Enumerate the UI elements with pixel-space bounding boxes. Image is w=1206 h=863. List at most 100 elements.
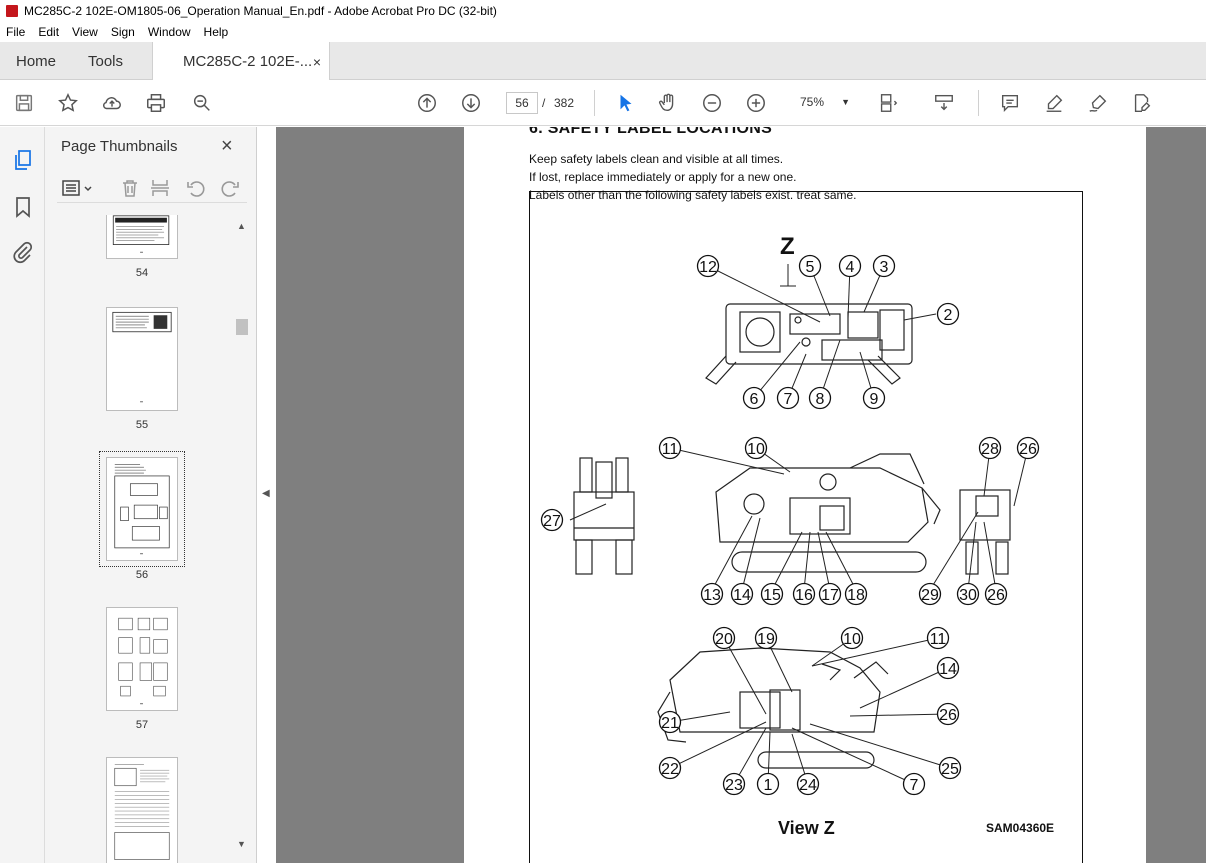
callout-number: 19: [757, 631, 775, 648]
callout-number: 22: [661, 761, 679, 778]
callout-number: 21: [661, 715, 679, 732]
thumbnail-list: 54 55 56 57: [45, 215, 241, 863]
safety-label-figure: Z 12 5 4 3 2 6 7 8 9 11 10 28 26 27 13 14 15 16 17 18 29 30 26…: [529, 191, 1083, 863]
callout-number: 18: [847, 587, 865, 604]
thumbnail-label: 55: [135, 419, 149, 431]
previous-page-icon[interactable]: [415, 91, 439, 115]
machine-diagram: Z 12 5 4 326 7 8 911 10 28 262713 14 15 16 17 18 29 30 26…: [540, 233, 1054, 838]
callout-number: 13: [703, 587, 721, 604]
highlight-pen-icon[interactable]: [1042, 91, 1066, 115]
callout-number: 26: [1019, 441, 1037, 458]
menu-help[interactable]: Help: [204, 25, 229, 39]
callout-number: 11: [930, 631, 947, 648]
zoom-in-icon[interactable]: [744, 91, 768, 115]
zoom-level-value: 75%: [800, 95, 825, 109]
callout-number: 26: [987, 587, 1005, 604]
thumbnail-label: 54: [135, 267, 149, 279]
menu-view[interactable]: View: [72, 25, 98, 39]
callout-number: 8: [816, 391, 825, 408]
callout-number: 5: [806, 259, 815, 276]
zoom-level-select[interactable]: 75% ▼: [790, 92, 856, 114]
scrollbar-thumb[interactable]: [236, 319, 248, 335]
view-letter: Z: [780, 233, 795, 260]
callout-number: 16: [795, 587, 813, 604]
toolbar-divider: [978, 90, 979, 116]
menu-sign[interactable]: Sign: [111, 25, 135, 39]
bookmark-star-icon[interactable]: [56, 91, 80, 115]
fill-sign-icon[interactable]: [1130, 91, 1154, 115]
callout-number: 4: [846, 259, 855, 276]
toolbar-divider: [594, 90, 595, 116]
page-separator: /: [542, 96, 546, 110]
left-rail: [0, 127, 45, 863]
callout-number: 28: [981, 441, 999, 458]
extract-page-icon[interactable]: [149, 177, 171, 199]
callout-number: 23: [725, 777, 743, 794]
figure-code: SAM04360E: [986, 821, 1054, 835]
collapse-panel-arrow-icon[interactable]: ◀: [262, 488, 270, 499]
page-total: 382: [554, 96, 575, 110]
page-thumbnail[interactable]: [106, 607, 178, 711]
next-page-icon[interactable]: [459, 91, 483, 115]
callout-number: 7: [910, 777, 919, 794]
thumbnail-scrollbar[interactable]: ▲ ▼: [235, 219, 249, 859]
page-thumbnail-current[interactable]: [106, 457, 178, 561]
upload-cloud-icon[interactable]: [100, 91, 124, 115]
page-thumbnail[interactable]: [106, 215, 178, 259]
zoom-search-icon[interactable]: [190, 91, 214, 115]
print-icon[interactable]: [144, 91, 168, 115]
page-thumbnails-panel: Page Thumbnails × 54 55 56 57 ▲ ▼: [45, 127, 257, 863]
callout-number: 10: [843, 631, 861, 648]
bookmark-icon[interactable]: [11, 195, 35, 219]
thumbnail-options-icon[interactable]: [61, 177, 95, 199]
thumbnail-label: 57: [135, 719, 149, 731]
section-heading: 6. SAFETY LABEL LOCATIONS: [529, 127, 773, 137]
callout-number: 9: [870, 391, 879, 408]
page-thumbnail[interactable]: [106, 757, 178, 863]
callout-number: 24: [799, 777, 817, 794]
tab-home[interactable]: Home: [16, 42, 56, 80]
menu-window[interactable]: Window: [148, 25, 191, 39]
callout-number: 6: [750, 391, 759, 408]
panel-title: Page Thumbnails: [61, 138, 178, 155]
scroll-up-arrow-icon[interactable]: ▲: [237, 221, 246, 231]
view-caption: View Z: [778, 818, 835, 838]
callout-number: 17: [821, 587, 839, 604]
tab-tools[interactable]: Tools: [88, 42, 123, 80]
select-cursor-icon[interactable]: [614, 91, 638, 115]
page-fit-icon[interactable]: [876, 91, 900, 115]
thumbnail-label: 56: [135, 569, 149, 581]
tab-document[interactable]: MC285C-2 102E-... ×: [152, 42, 330, 81]
callout-number: 26: [939, 707, 957, 724]
document-scroll-area[interactable]: [1146, 127, 1206, 863]
main-toolbar: 56 / 382 75% ▼: [0, 80, 1206, 126]
callout-number: 25: [941, 761, 959, 778]
page-number-input[interactable]: 56: [506, 92, 538, 114]
menu-edit[interactable]: Edit: [38, 25, 59, 39]
callout-number: 3: [880, 259, 889, 276]
zoom-out-icon[interactable]: [700, 91, 724, 115]
page-thumbnail[interactable]: [106, 307, 178, 411]
rotate-left-icon[interactable]: [185, 177, 207, 199]
save-icon[interactable]: [12, 91, 36, 115]
tab-close-icon[interactable]: ×: [313, 54, 321, 70]
document-viewer: 6. SAFETY LABEL LOCATIONS Keep safety la…: [276, 127, 1206, 863]
panel-close-icon[interactable]: ×: [221, 135, 233, 158]
rotate-right-icon[interactable]: [219, 177, 241, 199]
draw-sign-icon[interactable]: [1086, 91, 1110, 115]
menu-file[interactable]: File: [6, 25, 25, 39]
callout-number: 11: [662, 441, 679, 458]
callout-number: 29: [921, 587, 939, 604]
delete-page-icon[interactable]: [119, 177, 141, 199]
attachment-icon[interactable]: [11, 240, 35, 264]
body-text-line: If lost, replace immediately or apply fo…: [529, 170, 797, 184]
callout-number: 15: [763, 587, 781, 604]
hand-tool-icon[interactable]: [656, 91, 680, 115]
scroll-down-arrow-icon[interactable]: ▼: [237, 839, 246, 849]
acrobat-logo-icon: [6, 5, 18, 17]
page-thumbnails-icon[interactable]: [11, 148, 35, 172]
callout-number: 2: [944, 307, 953, 324]
comment-icon[interactable]: [998, 91, 1022, 115]
scroll-mode-icon[interactable]: [932, 91, 956, 115]
callout-number: 1: [764, 777, 773, 794]
